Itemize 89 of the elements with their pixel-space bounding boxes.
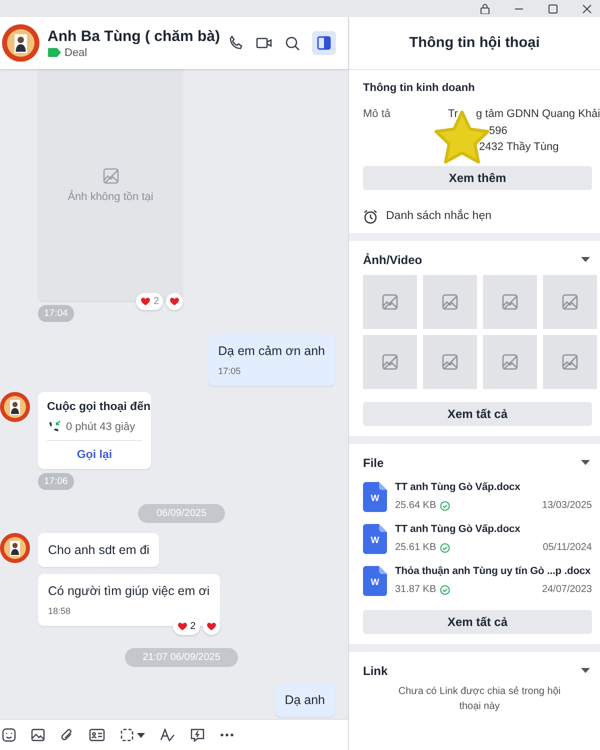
- sticker-icon[interactable]: [2, 728, 16, 742]
- missing-media-tile[interactable]: [363, 334, 417, 388]
- screenshot-icon[interactable]: [120, 728, 134, 742]
- panel-title: Thông tin hội thoại: [349, 17, 600, 70]
- alarm-clock-icon: [363, 208, 378, 224]
- collapse-caret-icon[interactable]: [581, 668, 590, 673]
- caret-icon[interactable]: [137, 732, 145, 738]
- heart-icon: [206, 621, 217, 632]
- text-format-icon[interactable]: [160, 728, 175, 742]
- section-heading: Ảnh/Video: [363, 252, 422, 266]
- contact-name: Anh Ba Tùng ( chăm bà): [48, 28, 220, 44]
- maximize-icon[interactable]: [548, 4, 558, 14]
- file-name[interactable]: TT anh Tùng Gò Vấp.docx: [395, 524, 596, 535]
- missing-media-tile[interactable]: [543, 334, 597, 388]
- view-all-button[interactable]: Xem tất cả: [363, 402, 592, 426]
- file-size: 25.64 KB: [395, 500, 436, 511]
- reminder-list-row[interactable]: Danh sách nhắc hẹn: [349, 200, 600, 232]
- heart-icon: [169, 296, 180, 307]
- broken-image-icon: [102, 167, 120, 185]
- sidebar-icon: [317, 36, 331, 50]
- file-date: 13/03/2025: [542, 500, 592, 511]
- section-heading: File: [363, 456, 384, 470]
- empty-state-text: Chưa có Link được chia sẻ trong hội thoại này: [397, 684, 562, 714]
- file-type-letter: W: [370, 492, 380, 502]
- file-size: 31.87 KB: [395, 584, 436, 595]
- file-type-letter: W: [370, 576, 380, 586]
- collapse-caret-icon[interactable]: [581, 460, 590, 465]
- broken-image-icon: [561, 292, 579, 310]
- broken-image-icon: [441, 352, 459, 370]
- contact-card-icon[interactable]: [89, 728, 105, 742]
- missing-media-tile[interactable]: [483, 274, 537, 328]
- lock-icon[interactable]: [480, 3, 490, 14]
- file-name[interactable]: Thỏa thuận anh Tùng uy tín Gò ...p .docx: [395, 566, 596, 577]
- quick-message-icon[interactable]: [190, 728, 205, 742]
- message-bubble: Cho anh sdt em đi: [38, 533, 160, 567]
- file-name[interactable]: TT anh Tùng Gò Vấp.docx: [395, 482, 596, 493]
- heart-icon: [140, 296, 152, 307]
- document-icon: [363, 524, 387, 554]
- date-divider: 06/09/2025: [138, 504, 225, 523]
- broken-image-icon: [561, 352, 579, 370]
- tag-label: Deal: [64, 46, 88, 58]
- description-text: g tâm GDNN Quang Khải: [476, 107, 600, 122]
- file-date: 24/07/2023: [542, 584, 592, 595]
- missing-media-tile[interactable]: [423, 334, 477, 388]
- paperclip-icon[interactable]: [60, 728, 74, 742]
- broken-image-icon: [501, 352, 519, 370]
- message-time: 17:04: [38, 305, 74, 322]
- react-button[interactable]: [202, 618, 220, 635]
- broken-image-icon: [501, 292, 519, 310]
- section-heading: Link: [363, 664, 388, 678]
- video-call-icon[interactable]: [256, 36, 273, 50]
- reaction-count[interactable]: 2: [173, 618, 200, 635]
- close-icon[interactable]: [582, 4, 592, 14]
- call-back-button[interactable]: Gọi lại: [47, 440, 142, 463]
- field-label: Mô tả: [363, 107, 392, 122]
- image-icon[interactable]: [31, 728, 45, 742]
- document-icon: [363, 482, 387, 512]
- message-bubble: Dạ em cảm ơn anh 17:05: [208, 334, 335, 386]
- section-heading: Thông tin kinh doanh: [363, 82, 476, 94]
- missing-media-tile[interactable]: [363, 274, 417, 328]
- more-icon[interactable]: [220, 733, 234, 737]
- view-all-button[interactable]: Xem tất cả: [363, 610, 592, 634]
- broken-image-icon: [441, 292, 459, 310]
- react-button[interactable]: [166, 293, 183, 310]
- message-bubble: Dạ anh: [274, 683, 335, 717]
- file-type-letter: W: [370, 534, 380, 544]
- description-text: 2432 Thầy Tùng: [479, 140, 559, 155]
- message-time: 17:06: [38, 473, 74, 490]
- phone-icon[interactable]: [228, 35, 244, 51]
- missing-media-tile[interactable]: [483, 334, 537, 388]
- date-divider: 21:07 06/09/2025: [124, 648, 238, 667]
- call-card: Cuộc gọi thoại đến 0 phút 43 giây Gọi lại: [38, 392, 151, 469]
- broken-image-icon: [381, 352, 399, 370]
- search-icon[interactable]: [285, 36, 300, 50]
- heart-icon: [177, 621, 188, 632]
- description-text: 596: [489, 124, 508, 138]
- description-text: Tr: [448, 107, 458, 122]
- panel-toggle-button[interactable]: [312, 31, 336, 55]
- file-size: 25.61 KB: [395, 542, 436, 553]
- collapse-caret-icon[interactable]: [581, 257, 590, 262]
- message-time: 18:58: [48, 606, 72, 616]
- message-time: 17:05: [218, 366, 242, 376]
- document-icon: [363, 566, 387, 596]
- broken-image-icon: [381, 292, 399, 310]
- missing-media-tile[interactable]: [423, 274, 477, 328]
- file-date: 05/11/2024: [542, 542, 592, 553]
- incoming-call-icon: [47, 420, 61, 433]
- view-more-button[interactable]: Xem thêm: [363, 166, 592, 190]
- missing-media-tile[interactable]: [543, 274, 597, 328]
